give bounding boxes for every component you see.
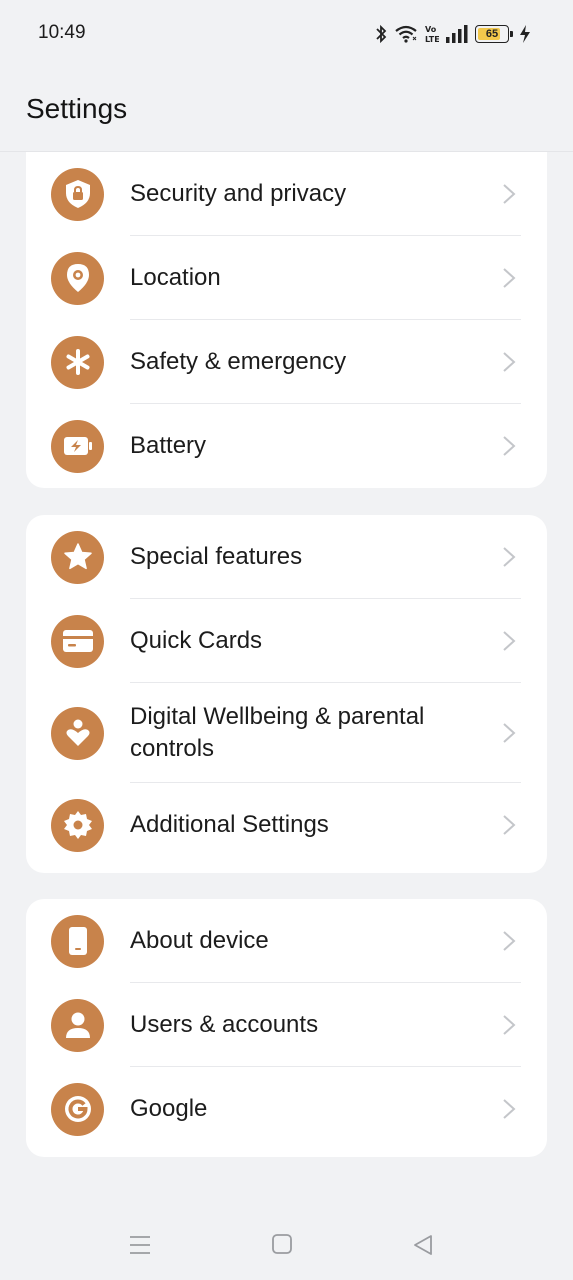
- settings-item-security-privacy[interactable]: Security and privacy: [26, 152, 547, 236]
- svg-text:Vo: Vo: [425, 25, 437, 34]
- settings-item-location[interactable]: Location: [26, 236, 547, 320]
- settings-item-google[interactable]: Google: [26, 1067, 547, 1151]
- settings-item-label: Google: [130, 1095, 208, 1122]
- volte-icon: VoLTE: [425, 25, 439, 44]
- settings-item-battery[interactable]: Battery: [26, 404, 547, 488]
- settings-group-3: About device Users & accounts Google: [26, 899, 547, 1157]
- chevron-right-icon: [503, 1015, 516, 1035]
- asterisk-icon: [51, 335, 104, 389]
- status-icons: Vo LTE 65: [375, 22, 531, 46]
- page-title: Settings: [26, 93, 128, 124]
- bluetooth-icon: [376, 24, 387, 44]
- location-pin-icon: [51, 251, 104, 305]
- card-icon: [51, 614, 104, 668]
- settings-item-about-device[interactable]: About device: [26, 899, 547, 983]
- user-icon: [51, 998, 104, 1052]
- settings-item-label: Location: [130, 264, 221, 291]
- settings-item-label: Special features: [130, 543, 303, 570]
- settings-item-quick-cards[interactable]: Quick Cards: [26, 599, 547, 683]
- battery-level: 65: [485, 28, 499, 40]
- chevron-right-icon: [503, 352, 516, 372]
- status-bar: 10:49 Vo LTE 65: [0, 0, 573, 68]
- chevron-right-icon: [503, 1099, 516, 1119]
- settings-item-label: Battery: [130, 432, 207, 459]
- settings-group-2: Special features Quick Cards Digital Wel…: [26, 515, 547, 873]
- navigation-bar: [0, 1200, 573, 1280]
- settings-item-users-accounts[interactable]: Users & accounts: [26, 983, 547, 1067]
- settings-item-digital-wellbeing[interactable]: Digital Wellbeing & parental controls: [26, 683, 547, 783]
- back-icon[interactable]: [412, 1234, 434, 1256]
- settings-item-special-features[interactable]: Special features: [26, 515, 547, 599]
- header: Settings: [0, 68, 573, 152]
- battery-icon: 65: [475, 25, 513, 43]
- settings-item-label: Additional Settings: [130, 811, 329, 838]
- google-icon: [51, 1082, 104, 1136]
- settings-item-label: Digital Wellbeing & parental controls: [130, 703, 425, 762]
- wifi-icon: [395, 25, 417, 43]
- chevron-right-icon: [503, 931, 516, 951]
- chevron-right-icon: [503, 268, 516, 288]
- shield-lock-icon: [51, 167, 104, 221]
- settings-item-label: Safety & emergency: [130, 348, 347, 375]
- svg-text:LTE: LTE: [425, 35, 439, 44]
- signal-icon: [446, 25, 468, 43]
- heart-person-icon: [51, 706, 104, 760]
- settings-item-safety-emergency[interactable]: Safety & emergency: [26, 320, 547, 404]
- settings-item-additional-settings[interactable]: Additional Settings: [26, 783, 547, 867]
- chevron-right-icon: [503, 631, 516, 651]
- status-time: 10:49: [38, 22, 86, 43]
- settings-group-1: Security and privacy Location Safety & e…: [26, 152, 547, 488]
- gear-icon: [51, 798, 104, 852]
- chevron-right-icon: [503, 184, 516, 204]
- chevron-right-icon: [503, 547, 516, 567]
- phone-device-icon: [51, 914, 104, 968]
- star-icon: [51, 530, 104, 584]
- chevron-right-icon: [503, 723, 516, 743]
- settings-item-label: About device: [130, 927, 269, 954]
- menu-icon[interactable]: [129, 1234, 151, 1256]
- battery-charging-icon: [51, 419, 104, 473]
- settings-item-label: Users & accounts: [130, 1011, 319, 1038]
- settings-item-label: Security and privacy: [130, 180, 347, 207]
- chevron-right-icon: [503, 815, 516, 835]
- settings-item-label: Quick Cards: [130, 627, 263, 654]
- home-icon[interactable]: [272, 1234, 292, 1254]
- chevron-right-icon: [503, 436, 516, 456]
- charging-icon: [520, 25, 530, 43]
